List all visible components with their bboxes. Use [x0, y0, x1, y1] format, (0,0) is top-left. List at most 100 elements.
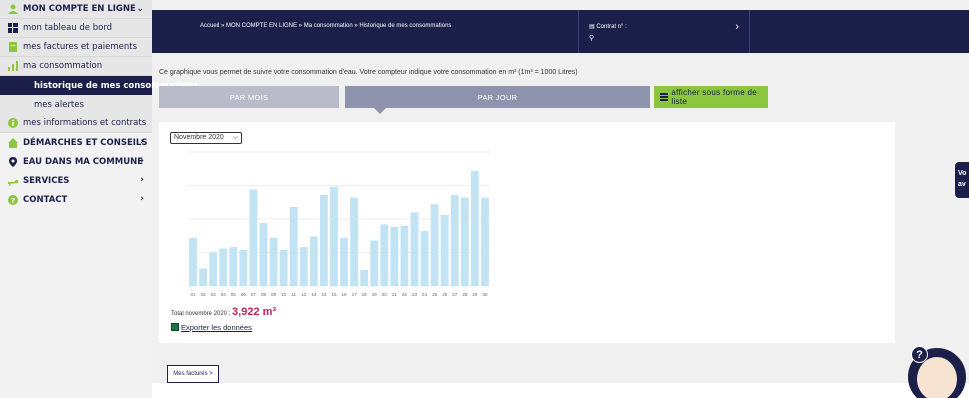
chart-bar[interactable] — [299, 247, 308, 286]
sidebar-item-label: MON COMPTE EN LIGNE — [23, 4, 136, 14]
chart-bar[interactable] — [360, 269, 369, 286]
x-tick-label: 10 — [281, 292, 287, 297]
x-tick-label: 04 — [221, 292, 227, 297]
x-tick-label: 11 — [291, 292, 296, 297]
chart-bar[interactable] — [319, 194, 328, 286]
sidebar-item-mon-compte[interactable]: MON COMPTE EN LIGNE ⌄ — [0, 0, 152, 19]
x-tick-label: 15 — [331, 292, 337, 297]
sidebar-item-historique[interactable]: historique de mes consommations — [0, 76, 199, 95]
sidebar-item-label: DÉMARCHES ET CONSEILS — [23, 137, 148, 148]
x-tick-label: 18 — [362, 292, 368, 297]
sidebar-item-factures[interactable]: mes factures et paiements — [0, 38, 152, 57]
total-value: 3,922 m³ — [232, 306, 277, 318]
sidebar: MON COMPTE EN LIGNE ⌄ mon tableau de bor… — [0, 0, 199, 398]
x-tick-label: 14 — [321, 292, 327, 297]
chart-bar[interactable] — [340, 237, 348, 286]
chart-bar[interactable] — [249, 189, 258, 286]
sidebar-item-contact[interactable]: ? CONTACT › — [0, 190, 152, 209]
sidebar-item-alertes[interactable]: mes alertes — [0, 95, 152, 114]
chart-bar[interactable] — [430, 204, 439, 286]
chart-bar[interactable] — [189, 237, 197, 286]
export-link[interactable]: Exporter les données — [171, 323, 252, 332]
factures-button[interactable]: Mes factures > — [167, 365, 219, 383]
sidebar-item-informations[interactable]: mes informations et contrats — [0, 114, 152, 133]
x-tick-label: 07 — [251, 292, 257, 297]
chart-bar[interactable] — [229, 247, 238, 286]
sidebar-item-commune[interactable]: EAU DANS MA COMMUNE › — [0, 152, 152, 171]
chart-bar[interactable] — [239, 249, 248, 286]
chart-bar[interactable] — [370, 240, 379, 286]
month-select-value: Novembre 2020 — [174, 134, 224, 141]
help-icon[interactable]: ? — [911, 346, 928, 363]
chart-bar[interactable] — [450, 194, 459, 286]
contract-selector[interactable]: ▤ Contrat n° : ⚲ › — [578, 10, 750, 53]
sidebar-item-label: SERVICES — [23, 175, 70, 186]
sidebar-item-label: mon tableau de bord — [23, 23, 113, 33]
x-tick-label: 21 — [392, 292, 398, 297]
sidebar-item-label: mes factures et paiements — [23, 42, 138, 52]
chart-bar[interactable] — [440, 214, 449, 286]
chevron-right-icon: › — [735, 21, 739, 33]
chart-bar[interactable] — [350, 197, 359, 286]
list-view-label: afficher sous forme de liste — [671, 88, 757, 106]
chart-bar[interactable] — [400, 225, 409, 286]
chart-bar[interactable] — [219, 248, 228, 286]
sidebar-item-demarches[interactable]: DÉMARCHES ET CONSEILS › — [0, 133, 152, 152]
x-tick-label: 03 — [211, 292, 217, 297]
chart-bar[interactable] — [420, 231, 429, 286]
home-icon — [8, 137, 18, 148]
chart-bar[interactable] — [460, 197, 469, 286]
chart-bar[interactable] — [289, 206, 298, 286]
x-tick-label: 13 — [311, 292, 317, 297]
chart-panel: Novembre 2020 ⌵ 01 02 03 04 05 06 07 08 09 10 11 12… — [159, 122, 895, 343]
side-tab[interactable]: Vo av — [955, 162, 969, 198]
chart-bar[interactable] — [269, 237, 278, 286]
list-view-button[interactable]: afficher sous forme de liste — [654, 86, 768, 108]
chart-bar[interactable] — [470, 170, 479, 286]
x-tick-label: 01 — [191, 292, 197, 297]
consumption-chart: 01 02 03 04 05 06 07 08 09 10 11 12 13 14 15 16 17 18 19 20… — [188, 151, 490, 297]
contract-label: ▤ Contrat n° : — [589, 24, 627, 30]
tab-par-mois[interactable]: PAR MOIS — [159, 86, 339, 108]
chart-bar[interactable] — [481, 197, 489, 286]
bottom-area — [152, 383, 969, 398]
chevron-down-icon: ⌄ — [136, 4, 144, 14]
x-tick-label: 20 — [382, 292, 388, 297]
x-tick-label: 26 — [442, 292, 448, 297]
chart-bar[interactable] — [199, 268, 208, 286]
chart-bar[interactable] — [279, 249, 288, 286]
x-tick-label: 17 — [352, 292, 358, 297]
x-tick-label: 23 — [412, 292, 418, 297]
x-tick-label: 30 — [482, 292, 488, 297]
chart-bar[interactable] — [209, 252, 218, 287]
dashboard-icon — [8, 23, 18, 33]
tap-icon — [8, 176, 18, 186]
x-tick-label: 25 — [432, 292, 438, 297]
top-bar: Accueil » MON COMPTE EN LIGNE » Ma conso… — [152, 10, 969, 53]
month-select[interactable]: Novembre 2020 ⌵ — [170, 132, 242, 144]
svg-text:?: ? — [11, 197, 15, 205]
contact-icon: ? — [8, 194, 18, 205]
user-icon — [8, 4, 18, 14]
x-tick-label: 27 — [452, 292, 458, 297]
breadcrumb[interactable]: Accueil » MON COMPTE EN LIGNE » Ma conso… — [200, 23, 451, 29]
x-tick-label: 29 — [472, 292, 478, 297]
x-tick-label: 09 — [271, 292, 277, 297]
chevron-down-icon: ⌵ — [232, 134, 238, 141]
info-icon — [8, 118, 18, 128]
total-consumption: Total novembre 2020 : 3,922 m³ — [171, 306, 276, 318]
chart-bar[interactable] — [390, 227, 399, 286]
chart-bar[interactable] — [259, 223, 268, 286]
contract-label-text: Contrat n° : — [596, 24, 627, 30]
chart-bar[interactable] — [380, 224, 389, 286]
intro-text: Ce graphique vous permet de suivre votre… — [159, 69, 578, 76]
sidebar-item-consommation[interactable]: ma consommation — [0, 57, 152, 76]
sidebar-item-services[interactable]: SERVICES › — [0, 171, 152, 190]
tab-par-jour[interactable]: PAR JOUR — [345, 86, 650, 114]
sidebar-item-tableau-de-bord[interactable]: mon tableau de bord — [0, 19, 152, 38]
x-tick-label: 12 — [301, 292, 307, 297]
sidebar-item-label: mes informations et contrats — [23, 118, 147, 128]
chart-bar[interactable] — [309, 236, 318, 286]
chart-bar[interactable] — [410, 212, 419, 286]
chart-bar[interactable] — [330, 186, 338, 286]
